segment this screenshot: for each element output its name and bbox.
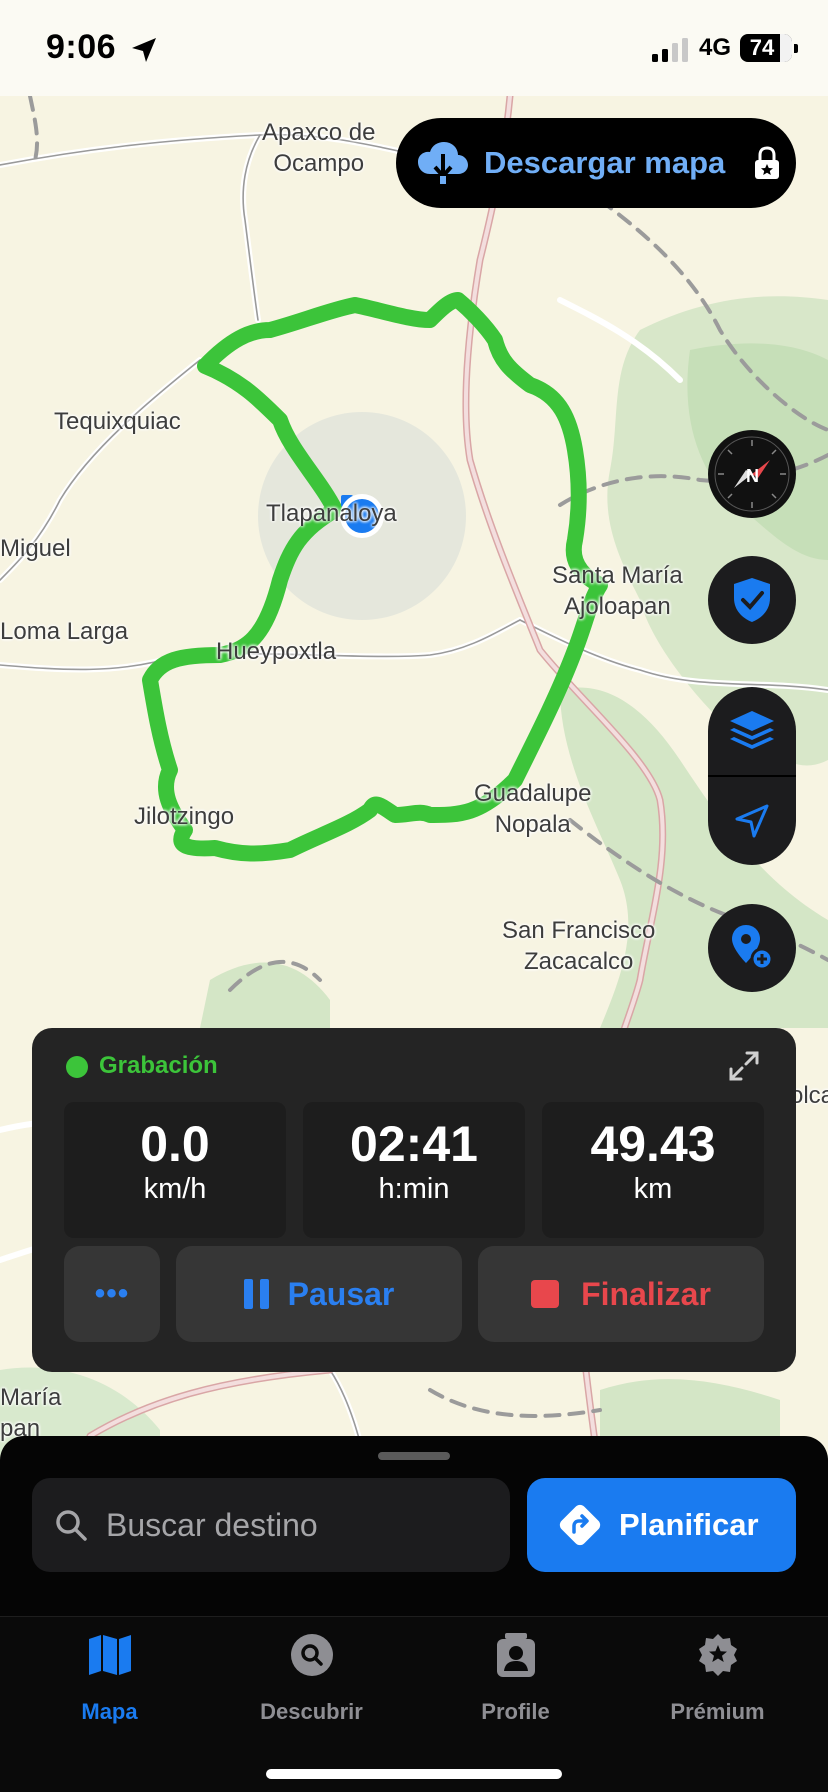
tab-premium[interactable]: Prémium <box>614 1617 821 1737</box>
duration-value: 02:41 <box>350 1116 478 1172</box>
download-map-label: Descargar mapa <box>484 145 726 180</box>
plan-route-label: Planificar <box>619 1507 759 1542</box>
search-icon <box>56 1510 87 1541</box>
distance-stat: 49.43 km <box>542 1102 764 1238</box>
tab-profile[interactable]: Profile <box>412 1617 619 1737</box>
profile-icon <box>497 1633 535 1677</box>
compass-icon: N <box>714 436 790 512</box>
duration-unit: h:min <box>378 1173 450 1205</box>
speed-value: 0.0 <box>140 1116 210 1172</box>
pause-label: Pausar <box>287 1275 395 1312</box>
speed-stat: 0.0 km/h <box>64 1102 286 1238</box>
finish-button[interactable]: Finalizar <box>478 1246 764 1342</box>
expand-icon[interactable] <box>726 1048 762 1084</box>
recenter-button[interactable] <box>708 777 796 865</box>
recording-label: Grabación <box>99 1052 218 1079</box>
layers-icon <box>730 711 774 749</box>
distance-value: 49.43 <box>590 1116 716 1172</box>
battery-icon: 74 <box>740 34 798 62</box>
stop-icon <box>531 1280 560 1308</box>
tab-map[interactable]: Mapa <box>6 1617 213 1737</box>
place-tequixquiac: Tequixquiac <box>54 408 181 435</box>
speed-unit: km/h <box>143 1173 207 1205</box>
place-guadalupe: Guadalupe Nopala <box>474 780 592 838</box>
download-map-button[interactable]: Descargar mapa <box>396 118 796 208</box>
place-jilotzingo: Jilotzingo <box>134 803 235 830</box>
network-type: 4G <box>699 34 732 61</box>
pause-button[interactable]: Pausar <box>176 1246 462 1342</box>
tab-discover[interactable]: Descubrir <box>208 1617 415 1737</box>
tab-discover-label: Descubrir <box>260 1699 363 1724</box>
tab-map-label: Mapa <box>81 1699 138 1724</box>
discover-icon <box>291 1634 333 1676</box>
duration-stat: 02:41 h:min <box>303 1102 525 1238</box>
search-field[interactable] <box>32 1478 510 1572</box>
cloud-download-icon <box>418 142 468 184</box>
more-options-button[interactable]: ••• <box>64 1246 160 1342</box>
battery-level: 74 <box>749 35 775 60</box>
place-apaxco: Apaxco de Ocampo <box>262 119 376 177</box>
premium-lock-icon <box>755 146 779 179</box>
status-time: 9:06 <box>46 28 117 66</box>
add-pin-icon <box>732 925 774 971</box>
shield-check-icon <box>734 578 770 622</box>
layers-button[interactable] <box>708 687 796 775</box>
place-maria-edge: María <box>0 1384 62 1411</box>
place-hueypoxtla: Hueypoxtla <box>216 638 337 665</box>
home-indicator[interactable] <box>266 1769 562 1779</box>
status-bar: 9:06 4G 74 <box>0 0 828 96</box>
tab-bar: Mapa Descubrir Profile Prémium <box>0 1616 828 1792</box>
premium-icon <box>699 1634 737 1676</box>
finish-label: Finalizar <box>581 1275 711 1312</box>
navigation-arrow-icon <box>735 804 769 838</box>
tab-premium-label: Prémium <box>670 1699 765 1724</box>
place-santa-maria: Santa María Ajoloapan <box>552 562 683 620</box>
recording-indicator <box>66 1056 88 1078</box>
pause-icon <box>243 1279 270 1309</box>
recording-panel: Grabación 0.0 km/h 02:41 h:min 49.43 km … <box>32 1028 796 1372</box>
sheet-grabber[interactable] <box>378 1452 450 1460</box>
bottom-sheet: Planificar Mapa Descubrir <box>0 1436 828 1792</box>
location-arrow-icon <box>132 38 156 62</box>
plan-route-button[interactable]: Planificar <box>527 1478 796 1572</box>
map-control-stack <box>708 687 796 865</box>
search-input[interactable] <box>106 1506 486 1544</box>
place-san-francisco: San Francisco Zacacalco <box>502 917 656 975</box>
route-plan-icon <box>559 1504 601 1546</box>
place-miguel: Miguel <box>0 535 71 562</box>
place-loma-larga: Loma Larga <box>0 618 129 645</box>
cellular-signal-icon <box>652 38 688 62</box>
distance-unit: km <box>633 1173 673 1205</box>
svg-text:N: N <box>746 466 759 486</box>
place-tlapanaloya: Tlapanaloya <box>266 500 397 527</box>
map-icon <box>89 1635 131 1675</box>
safety-shield-button[interactable] <box>708 556 796 644</box>
compass-button[interactable]: N <box>708 430 796 518</box>
tab-profile-label: Profile <box>481 1699 550 1724</box>
add-point-button[interactable] <box>708 904 796 992</box>
